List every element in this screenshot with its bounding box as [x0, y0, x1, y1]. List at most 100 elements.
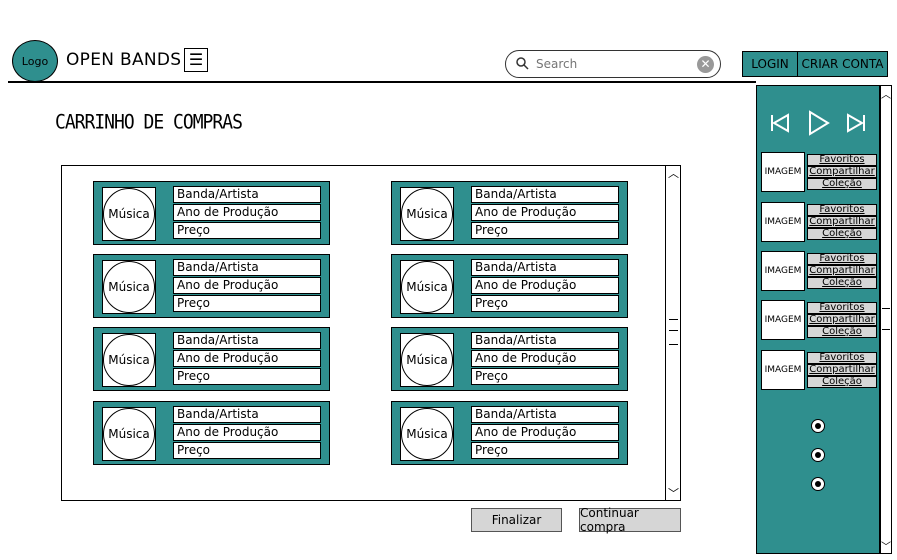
price-field: Preço — [471, 295, 619, 312]
collection-link[interactable]: Coleção — [807, 376, 877, 388]
pagination-dot[interactable] — [811, 477, 825, 491]
price-field: Preço — [173, 442, 321, 459]
media-image[interactable]: IMAGEM — [761, 251, 805, 291]
music-label: Música — [108, 353, 150, 367]
favorites-link[interactable]: Favoritos — [807, 154, 877, 166]
collection-link[interactable]: Coleção — [807, 178, 877, 190]
price-field: Preço — [173, 368, 321, 385]
year-field: Ano de Produção — [471, 350, 619, 367]
sidebar-media-item: IMAGEM Favoritos Compartilhar Coleção — [761, 202, 877, 242]
music-thumbnail-circle: Música — [401, 334, 453, 386]
share-link[interactable]: Compartilhar — [807, 216, 877, 228]
sidebar-media-item: IMAGEM Favoritos Compartilhar Coleção — [761, 152, 877, 192]
next-icon[interactable] — [845, 112, 867, 134]
cart-scrollbar[interactable]: ︿ ﹀ — [665, 165, 681, 501]
pagination-dot-inner — [815, 452, 821, 458]
year-field: Ano de Produção — [173, 424, 321, 441]
favorites-link[interactable]: Favoritos — [807, 352, 877, 364]
music-label: Música — [406, 427, 448, 441]
cart-item-card[interactable]: Música Banda/Artista Ano de Produção Preço — [93, 401, 330, 465]
play-icon[interactable] — [807, 110, 831, 136]
sidebar-media-item: IMAGEM Favoritos Compartilhar Coleção — [761, 251, 877, 291]
music-thumbnail: Música — [102, 407, 156, 461]
artist-field: Banda/Artista — [471, 406, 619, 423]
pagination-dot-inner — [815, 481, 821, 487]
search-icon — [516, 57, 529, 70]
scroll-thumb[interactable] — [669, 319, 678, 345]
pagination-dot-inner — [815, 423, 821, 429]
previous-icon[interactable] — [769, 112, 791, 134]
scroll-down-icon[interactable]: ﹀ — [666, 485, 681, 501]
price-field: Preço — [471, 442, 619, 459]
sidebar-scrollbar[interactable]: ︿ ﹀ — [880, 85, 892, 554]
year-field: Ano de Produção — [173, 350, 321, 367]
price-field: Preço — [173, 295, 321, 312]
scroll-up-icon[interactable]: ︿ — [666, 165, 681, 181]
cart-item-card[interactable]: Música Banda/Artista Ano de Produção Preço — [391, 401, 628, 465]
media-image[interactable]: IMAGEM — [761, 152, 805, 192]
music-label: Música — [108, 280, 150, 294]
artist-field: Banda/Artista — [173, 406, 321, 423]
sidebar-media-item: IMAGEM Favoritos Compartilhar Coleção — [761, 300, 877, 340]
media-image[interactable]: IMAGEM — [761, 300, 805, 340]
artist-field: Banda/Artista — [471, 259, 619, 276]
collection-link[interactable]: Coleção — [807, 277, 877, 289]
favorites-link[interactable]: Favoritos — [807, 302, 877, 314]
artist-field: Banda/Artista — [173, 186, 321, 203]
cart-item-card[interactable]: Música Banda/Artista Ano de Produção Preço — [391, 254, 628, 318]
search-input[interactable] — [536, 54, 696, 74]
year-field: Ano de Produção — [173, 277, 321, 294]
media-image[interactable]: IMAGEM — [761, 350, 805, 390]
cart-item-card[interactable]: Música Banda/Artista Ano de Produção Preço — [93, 327, 330, 391]
music-thumbnail-circle: Música — [103, 334, 155, 386]
signup-button[interactable]: CRIAR CONTA — [798, 52, 887, 76]
collection-link[interactable]: Coleção — [807, 326, 877, 338]
year-field: Ano de Produção — [471, 424, 619, 441]
cart-item-card[interactable]: Música Banda/Artista Ano de Produção Preço — [391, 181, 628, 245]
year-field: Ano de Produção — [471, 204, 619, 221]
cart-item-card[interactable]: Música Banda/Artista Ano de Produção Preço — [93, 254, 330, 318]
hamburger-menu-icon[interactable]: ☰ — [184, 48, 208, 72]
music-thumbnail: Música — [400, 260, 454, 314]
music-label: Música — [108, 207, 150, 221]
scroll-down-icon[interactable]: ﹀ — [881, 538, 891, 553]
pagination-dot[interactable] — [811, 419, 825, 433]
music-thumbnail: Música — [400, 333, 454, 387]
scroll-thumb[interactable] — [882, 308, 890, 330]
cart-item-card[interactable]: Música Banda/Artista Ano de Produção Preço — [391, 327, 628, 391]
music-thumbnail-circle: Música — [401, 188, 453, 240]
media-image[interactable]: IMAGEM — [761, 202, 805, 242]
artist-field: Banda/Artista — [471, 186, 619, 203]
year-field: Ano de Produção — [173, 204, 321, 221]
artist-field: Banda/Artista — [173, 332, 321, 349]
price-field: Preço — [173, 222, 321, 239]
logo-text: Logo — [21, 54, 49, 68]
login-button[interactable]: LOGIN — [743, 52, 798, 76]
pagination-dot[interactable] — [811, 448, 825, 462]
music-thumbnail: Música — [102, 187, 156, 241]
continue-shopping-button[interactable]: Continuar compra — [579, 506, 681, 534]
music-label: Música — [406, 207, 448, 221]
finalize-button[interactable]: Finalizar — [471, 508, 562, 532]
artist-field: Banda/Artista — [173, 259, 321, 276]
share-link[interactable]: Compartilhar — [807, 265, 877, 277]
player-sidebar: IMAGEM Favoritos Compartilhar Coleção IMAGEM… — [756, 85, 880, 554]
search-box[interactable]: ✕ — [505, 50, 721, 78]
share-link[interactable]: Compartilhar — [807, 314, 877, 326]
music-thumbnail-circle: Música — [401, 408, 453, 460]
favorites-link[interactable]: Favoritos — [807, 204, 877, 216]
page-title: CARRINHO DE COMPRAS — [55, 110, 243, 135]
header-divider — [8, 81, 756, 83]
share-link[interactable]: Compartilhar — [807, 166, 877, 178]
music-thumbnail: Música — [102, 333, 156, 387]
share-link[interactable]: Compartilhar — [807, 364, 877, 376]
collection-link[interactable]: Coleção — [807, 228, 877, 240]
scroll-up-icon[interactable]: ︿ — [881, 86, 891, 101]
clear-search-icon[interactable]: ✕ — [697, 56, 714, 73]
auth-buttons: LOGIN CRIAR CONTA — [742, 51, 888, 77]
music-label: Música — [406, 280, 448, 294]
price-field: Preço — [471, 368, 619, 385]
logo[interactable]: Logo — [12, 40, 58, 82]
cart-item-card[interactable]: Música Banda/Artista Ano de Produção Preço — [93, 181, 330, 245]
favorites-link[interactable]: Favoritos — [807, 253, 877, 265]
